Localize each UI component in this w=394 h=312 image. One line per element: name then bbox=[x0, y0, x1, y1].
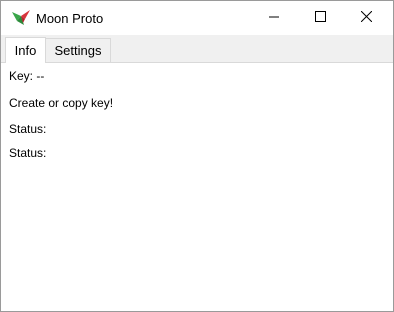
app-icon bbox=[11, 9, 31, 27]
key-message: Create or copy key! bbox=[9, 96, 114, 110]
tab-settings-label: Settings bbox=[54, 43, 102, 58]
tab-info[interactable]: Info bbox=[5, 37, 46, 63]
tab-info-label: Info bbox=[14, 43, 37, 58]
close-button[interactable] bbox=[343, 1, 389, 35]
title-bar[interactable]: Moon Proto bbox=[1, 1, 393, 35]
close-icon bbox=[360, 9, 372, 27]
tab-settings[interactable]: Settings bbox=[46, 38, 111, 62]
key-label: Key: -- bbox=[9, 69, 45, 83]
tab-strip: Info Settings bbox=[1, 35, 393, 63]
minimize-icon bbox=[269, 9, 279, 27]
app-window: Moon Proto Info Settings Key: -- Create … bbox=[0, 0, 394, 312]
window-title: Moon Proto bbox=[36, 11, 104, 26]
status-label-2: Status: bbox=[9, 146, 47, 160]
minimize-button[interactable] bbox=[251, 1, 297, 35]
maximize-button[interactable] bbox=[297, 1, 343, 35]
maximize-icon bbox=[314, 9, 326, 27]
status-label-1: Status: bbox=[9, 122, 47, 136]
info-panel: Key: -- Create or copy key! Status: Stat… bbox=[1, 63, 393, 311]
